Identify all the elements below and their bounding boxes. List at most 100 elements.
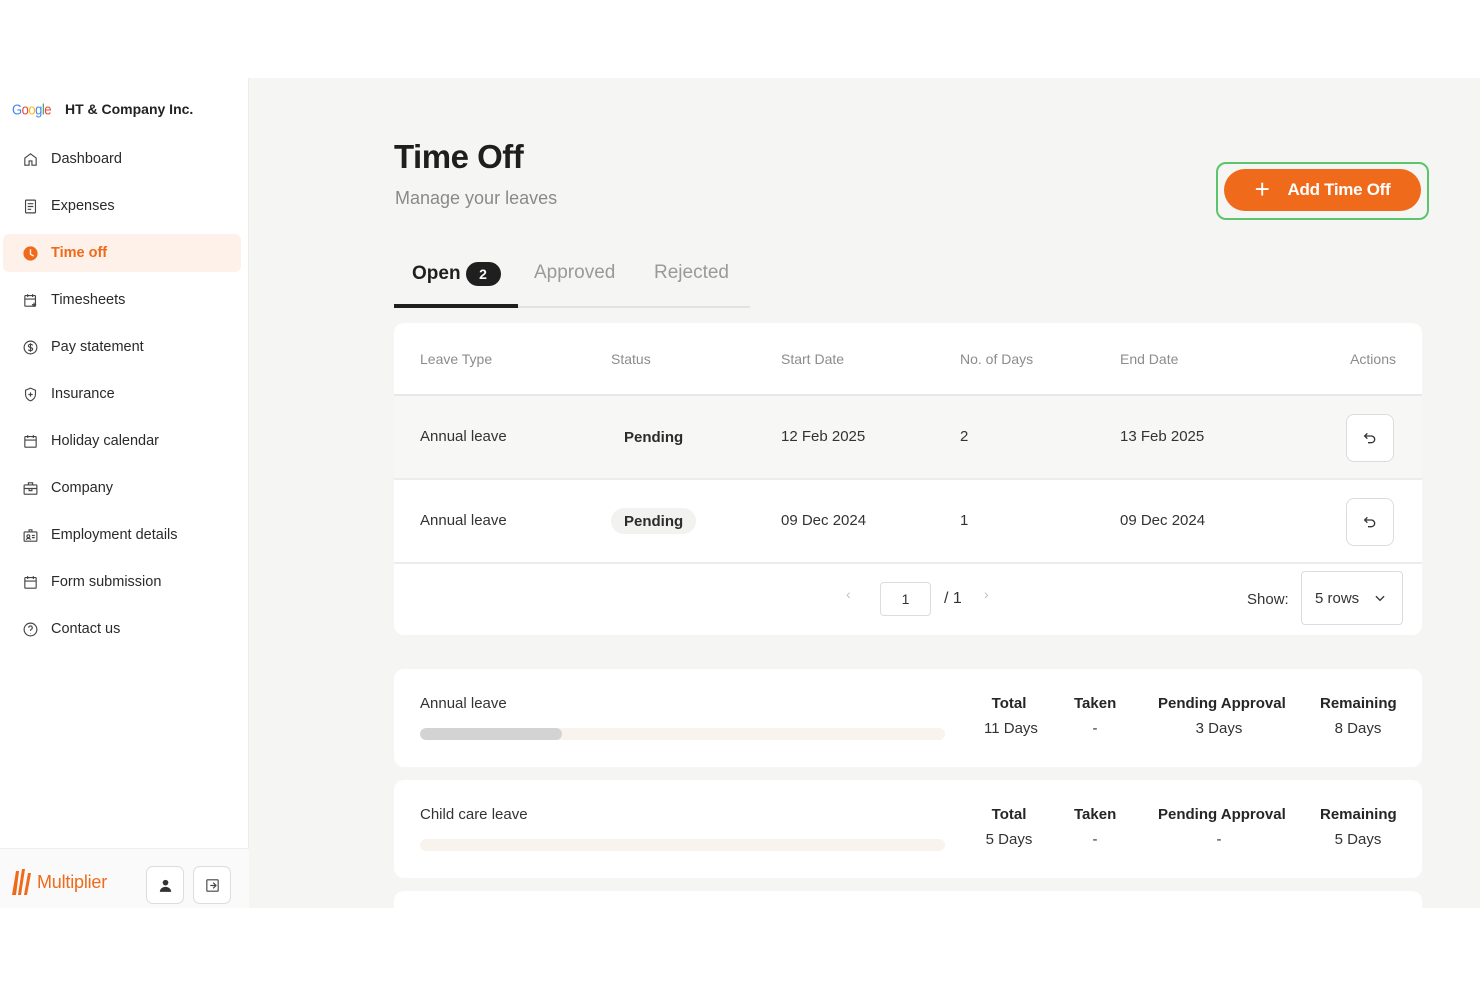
company-name: HT & Company Inc. (64, 101, 194, 117)
sidebar-item-label: Timesheets (51, 292, 126, 308)
tab-approved[interactable]: Approved (534, 262, 615, 284)
table-row[interactable]: Annual leave Pending 12 Feb 2025 2 13 Fe… (394, 396, 1422, 480)
stat-value: 3 Days (1195, 720, 1243, 737)
sidebar-item-label: Form submission (51, 574, 162, 590)
stat-value: 8 Days (1334, 720, 1382, 737)
stat-label: Remaining (1320, 695, 1397, 712)
sidebar-item-form-submission[interactable]: Form submission (3, 563, 241, 601)
page-subtitle: Manage your leaves (395, 188, 558, 208)
leave-balance-card: Annual leave Total 11 Days Taken - Pendi… (394, 669, 1422, 767)
logout-button[interactable] (193, 866, 231, 904)
leave-requests-table: Leave Type Status Start Date No. of Days… (394, 323, 1422, 635)
undo-icon (1363, 516, 1376, 528)
rows-per-page-select[interactable]: 5 rows (1301, 571, 1403, 625)
id-card-icon (20, 525, 40, 545)
leave-type-cell: Annual leave (420, 512, 507, 529)
company-logo: Google (12, 100, 51, 118)
stat-label: Total (991, 695, 1027, 712)
start-date-cell: 12 Feb 2025 (781, 428, 866, 445)
column-header: End Date (1120, 351, 1179, 367)
column-header: No. of Days (960, 351, 1034, 367)
stat-label: Taken (1074, 806, 1117, 823)
table-header: Leave Type Status Start Date No. of Days… (394, 323, 1422, 396)
calendar-icon (20, 431, 40, 451)
sidebar-item-time-off[interactable]: Time off (3, 234, 241, 272)
logout-icon (205, 878, 219, 892)
sidebar-item-contact-us[interactable]: Contact us (3, 610, 241, 648)
sidebar-item-label: Employment details (51, 527, 178, 543)
stat-label: Total (991, 806, 1027, 823)
table-row[interactable]: Annual leave Pending 09 Dec 2024 1 09 De… (394, 480, 1422, 564)
sidebar-item-label: Holiday calendar (51, 433, 160, 449)
status-badge: Pending (624, 428, 684, 446)
help-circle-icon (20, 619, 40, 639)
tab-rejected[interactable]: Rejected (654, 262, 729, 284)
leave-balance-card: Child care leave Total 5 Days Taken - Pe… (394, 780, 1422, 878)
sidebar-item-employment-details[interactable]: Employment details (3, 516, 241, 554)
sidebar-item-expenses[interactable]: Expenses (3, 187, 241, 225)
chevron-left-icon[interactable]: ‹ (846, 586, 851, 602)
user-icon (159, 879, 171, 892)
sidebar-item-timesheets[interactable]: Timesheets (3, 281, 241, 319)
calendar-form-icon (20, 572, 40, 592)
taken-stat: Taken - (1074, 695, 1116, 737)
withdraw-request-button[interactable] (1346, 498, 1394, 546)
leave-usage-bar (420, 728, 945, 740)
shield-plus-icon (20, 384, 40, 404)
company-switcher[interactable]: Google HT & Company Inc. (12, 100, 194, 118)
add-time-off-label: Add Time Off (1287, 180, 1391, 199)
days-cell: 1 (960, 512, 969, 529)
sidebar-item-dashboard[interactable]: Dashboard (3, 140, 241, 178)
rows-per-page-label: Show: (1247, 591, 1289, 608)
total-stat: Total 11 Days (984, 695, 1038, 737)
sidebar-item-label: Expenses (51, 198, 115, 214)
end-date-cell: 09 Dec 2024 (1120, 512, 1206, 529)
stat-value: - (1092, 831, 1098, 848)
stat-label: Pending Approval (1158, 806, 1286, 823)
stat-value: 11 Days (984, 720, 1038, 737)
tab-open[interactable]: Open 2 (412, 262, 501, 286)
page-total: / 1 (944, 590, 962, 607)
stat-value: 5 Days (1334, 831, 1382, 848)
add-time-off-button[interactable]: + Add Time Off (1224, 169, 1421, 211)
sidebar-item-label: Pay statement (51, 339, 144, 355)
brand-name: Multiplier (37, 871, 108, 892)
tab-label: Open (412, 263, 461, 284)
stat-value: 5 Days (985, 831, 1033, 848)
chevron-down-icon (1375, 595, 1385, 602)
column-header: Status (611, 351, 651, 367)
column-header: Start Date (781, 351, 845, 367)
plus-icon: + (1254, 174, 1270, 204)
sidebar-item-insurance[interactable]: Insurance (3, 375, 241, 413)
sidebar-item-holiday-calendar[interactable]: Holiday calendar (3, 422, 241, 460)
chevron-right-icon[interactable]: › (984, 586, 989, 602)
home-icon (20, 149, 40, 169)
sidebar-item-company[interactable]: Company (3, 469, 241, 507)
end-date-cell: 13 Feb 2025 (1120, 428, 1205, 445)
tab-count-badge: 2 (465, 262, 501, 286)
sidebar-footer: Multiplier (0, 848, 249, 908)
days-cell: 2 (960, 428, 969, 445)
total-stat: Total 5 Days (984, 806, 1034, 848)
sidebar-item-label: Dashboard (51, 151, 122, 167)
stat-value: - (1216, 831, 1222, 848)
calendar-add-icon (20, 290, 40, 310)
leave-balance-card (394, 891, 1422, 908)
taken-stat: Taken - (1074, 806, 1116, 848)
building-icon (20, 478, 40, 498)
pending-stat: Pending Approval 3 Days (1158, 695, 1286, 737)
multiplier-logo: Multiplier (10, 867, 107, 897)
column-header: Leave Type (420, 351, 493, 367)
withdraw-request-button[interactable] (1346, 414, 1394, 462)
profile-button[interactable] (146, 866, 184, 904)
leave-usage-fill (420, 728, 562, 740)
sidebar-item-label: Company (51, 480, 114, 496)
pending-stat: Pending Approval - (1158, 806, 1286, 848)
page-number-input[interactable]: 1 (880, 582, 931, 616)
start-date-cell: 09 Dec 2024 (781, 512, 867, 529)
sidebar-nav: Dashboard Expenses Time off Timesheets P… (3, 140, 241, 657)
leave-usage-bar (420, 839, 945, 851)
sidebar-item-label: Contact us (51, 621, 121, 637)
sidebar-item-pay-statement[interactable]: Pay statement (3, 328, 241, 366)
sidebar-item-label: Insurance (51, 386, 115, 402)
